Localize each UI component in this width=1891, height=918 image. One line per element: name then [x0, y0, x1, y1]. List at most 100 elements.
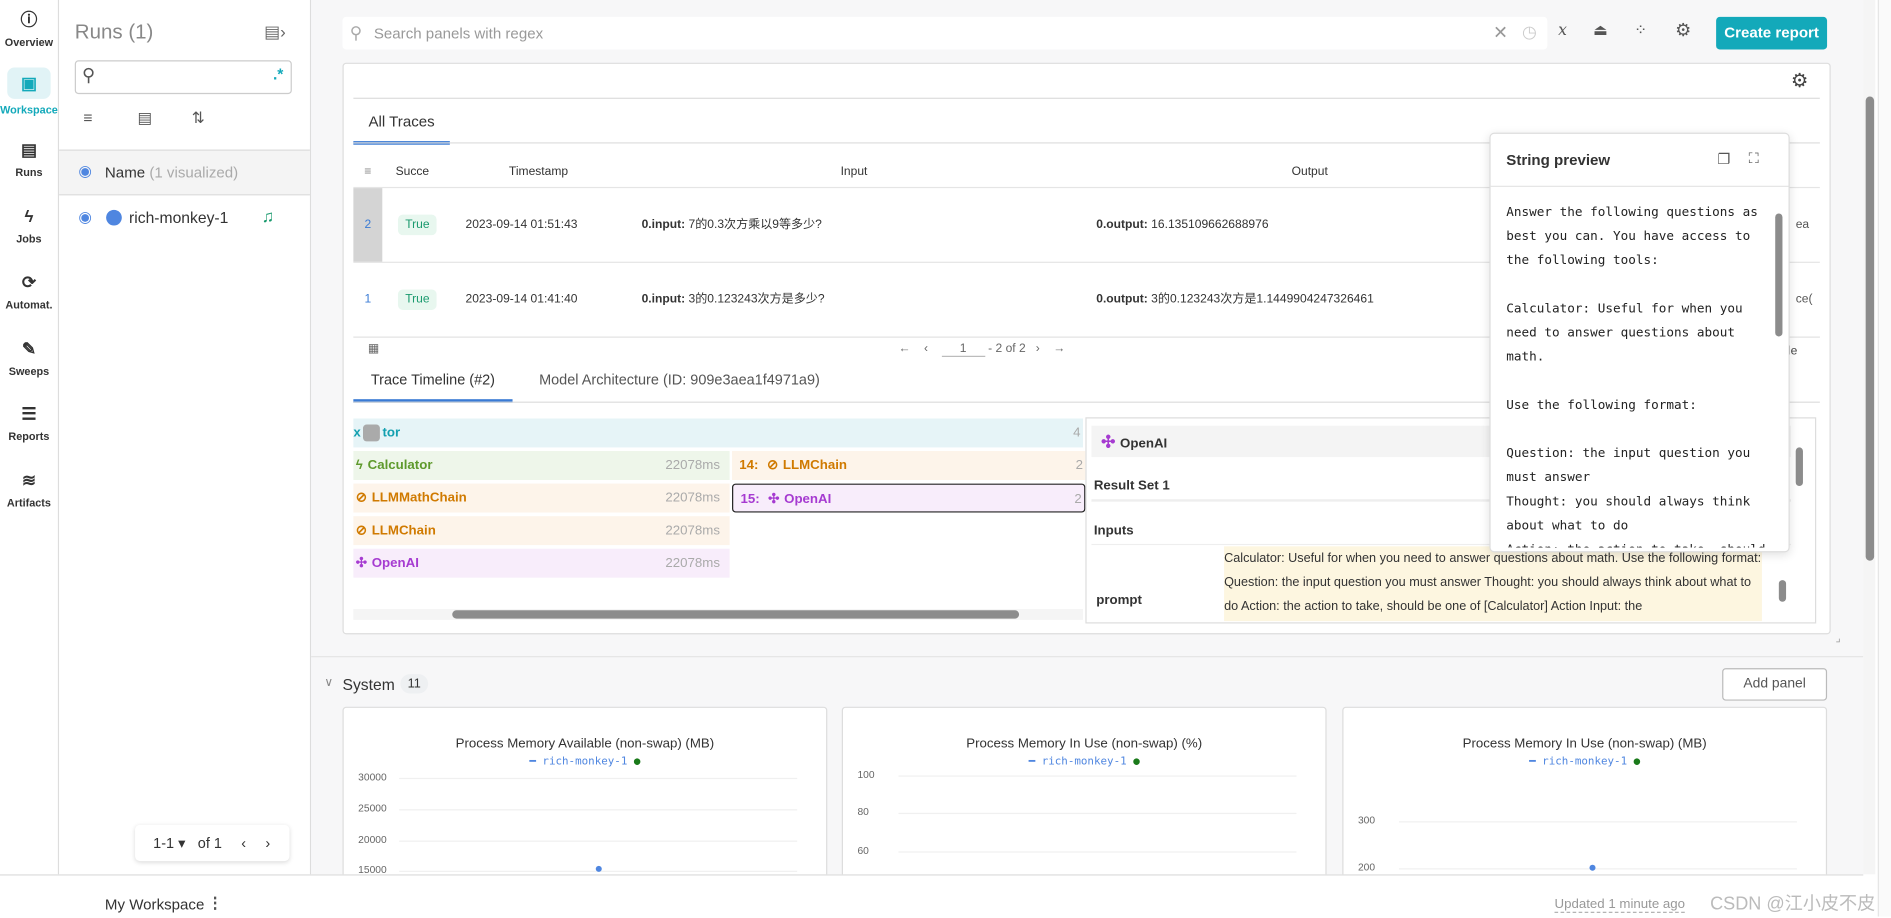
lightning-icon: ϟ [24, 206, 34, 226]
output-cell[interactable]: 0.output: 16.135109662688976 [1096, 188, 1268, 262]
regex-toggle[interactable]: .* [273, 65, 283, 83]
section-title[interactable]: System [343, 675, 395, 693]
smoothing-iron-icon[interactable]: ⏏ [1593, 21, 1608, 40]
filter-icon[interactable]: ≡ [364, 165, 371, 178]
nav-runs[interactable]: ▤ Runs [0, 137, 58, 179]
span-duration: 22078ms [665, 458, 720, 473]
chart-panel[interactable]: Process Memory Available (non-swap) (MB)… [342, 706, 828, 891]
timeline-span[interactable]: 14: ⊘ LLMChain 2 [732, 451, 1086, 480]
detail-vscrollbar[interactable] [1778, 426, 1805, 613]
input-cell[interactable]: 0.input: 7的0.3次方乘以9等多少? [642, 188, 822, 262]
chart-title: Process Memory Available (non-swap) (MB) [455, 736, 715, 752]
run-row[interactable]: ◉ rich-monkey-1 ♫ [59, 205, 310, 232]
group-icon[interactable]: ▤ [137, 109, 152, 128]
fullscreen-icon[interactable] [363, 424, 381, 442]
timeline-span[interactable]: ⊘ LLMChain 22078ms [353, 516, 730, 546]
workspace-icon: ▣ [7, 67, 51, 99]
llm-icon: ✣ [355, 555, 367, 571]
timeline-span[interactable]: ϟ Calculator 22078ms [353, 451, 730, 480]
prompt-value[interactable]: Calculator: Useful for when you need to … [1224, 546, 1762, 622]
nav-reports[interactable]: ☰ Reports [0, 402, 58, 443]
chart-panel[interactable]: Process Memory In Use (non-swap) (%) ━ ri… [841, 706, 1327, 891]
nav-jobs[interactable]: ϟ Jobs [0, 204, 58, 245]
nav-workspace[interactable]: ▣ Workspace [0, 67, 58, 116]
panel-settings-icon[interactable]: ⚙ [1791, 69, 1808, 93]
columns-icon[interactable]: ▦ [368, 343, 379, 356]
timeline-row-root[interactable]: x tor 4 [353, 418, 1083, 448]
tab-trace-timeline[interactable]: Trace Timeline (#2) [353, 371, 513, 403]
page-input[interactable]: 1 [941, 343, 985, 357]
tab-model-architecture[interactable]: Model Architecture (ID: 909e3aea1f4971a9… [539, 371, 820, 388]
scrollbar-thumb[interactable] [452, 610, 1020, 619]
runs-search-input[interactable]: ⚲ .* [74, 60, 292, 95]
data-point[interactable] [1589, 864, 1596, 871]
workspace-name[interactable]: My Workspace [105, 896, 204, 913]
string-preview-text[interactable]: Answer the following questions as best yo… [1506, 200, 1765, 548]
last-page-button[interactable]: → [1053, 343, 1065, 356]
history-icon[interactable]: ◷ [1522, 22, 1537, 43]
preview-scrollbar[interactable] [1774, 197, 1784, 544]
clear-icon[interactable]: ✕ [1493, 22, 1508, 44]
timeline-span[interactable]: ✣ OpenAI 22078ms [353, 548, 730, 578]
tab-all-traces[interactable]: All Traces [353, 109, 450, 145]
updated-status: Updated 1 minute ago [1554, 897, 1686, 913]
chart-panel[interactable]: Process Memory In Use (non-swap) (MB) ━ r… [1342, 706, 1828, 891]
span-duration: 2 [1075, 458, 1083, 473]
gridline [399, 777, 798, 780]
sort-icon[interactable]: ⇅ [192, 109, 205, 128]
outliers-icon[interactable]: ⁘ [1634, 21, 1647, 40]
result-set-label: Result Set 1 [1093, 478, 1170, 494]
main-scrollbar[interactable] [1863, 0, 1876, 875]
openai-icon: ✣ [1101, 431, 1116, 452]
run-color-dot[interactable] [106, 209, 122, 226]
settings-icon[interactable]: ⚙ [1675, 19, 1691, 42]
timeline-hscrollbar[interactable] [353, 609, 1083, 620]
legend-swatch: ━ [1529, 756, 1536, 769]
next-page-button[interactable]: › [1036, 343, 1040, 356]
fullscreen-icon[interactable]: ⛶ [1749, 150, 1759, 168]
collapse-chevron-icon[interactable]: ∨ [324, 677, 333, 690]
timeline-span[interactable]: ⊘ LLMMathChain 22078ms [353, 483, 730, 513]
timestamp: 2023-09-14 01:41:40 [465, 293, 578, 307]
column-input[interactable]: Input [841, 165, 868, 178]
row-index[interactable]: 1 [353, 263, 382, 337]
nav-overview[interactable]: ⓘ Overview [0, 7, 58, 49]
add-panel-button[interactable]: Add panel [1722, 668, 1828, 701]
page-size-select[interactable]: 1-1 ▾ [153, 825, 185, 861]
kebab-menu-icon[interactable]: ⋮ [207, 894, 223, 913]
y-tick-label: 100 [857, 768, 875, 781]
first-page-button[interactable]: ← [898, 343, 910, 356]
info-icon: ⓘ [20, 9, 38, 29]
create-report-button[interactable]: Create report [1716, 16, 1828, 50]
nav-sweeps[interactable]: ✎ Sweeps [0, 336, 58, 378]
panel-search-input[interactable]: ⚲ Search panels with regex ✕ ◷ [342, 16, 1548, 50]
legend-status-dot: ● [633, 756, 641, 769]
input-cell[interactable]: 0.input: 3的0.123243次方是多少? [642, 263, 825, 337]
run-name[interactable]: rich-monkey-1 [129, 209, 228, 227]
output-cell[interactable]: 0.output: 3的0.123243次方是1.144990424732646… [1096, 263, 1374, 337]
eye-icon[interactable]: ◉ [78, 162, 92, 181]
expand-table-icon[interactable]: ▤› [264, 22, 286, 43]
main-area: ⚲ Search panels with regex ✕ ◷ x ⏏ ⁘ ⚙ C… [311, 0, 1876, 891]
prev-page-button[interactable]: ‹ [924, 343, 928, 356]
column-success[interactable]: Succe [396, 165, 430, 178]
column-output[interactable]: Output [1292, 165, 1328, 178]
filter-icon[interactable]: ≡ [83, 109, 92, 127]
chain-icon: ⊘ [355, 523, 367, 538]
copy-icon[interactable]: ❐ [1717, 151, 1730, 168]
bell-icon[interactable]: ♫ [262, 206, 275, 225]
resize-handle[interactable]: ⌟ [1836, 632, 1841, 645]
scrollbar-thumb[interactable] [1865, 96, 1875, 561]
nav-artifacts[interactable]: ≋ Artifacts [0, 468, 58, 509]
y-tick-label: 25000 [358, 801, 387, 815]
x-axis-icon[interactable]: x [1558, 22, 1567, 40]
row-index[interactable]: 2 [353, 188, 383, 262]
eye-icon[interactable]: ◉ [78, 207, 92, 226]
next-page-button[interactable]: › [265, 825, 270, 861]
data-point[interactable] [595, 865, 602, 872]
preview-line: about what to do [1506, 518, 1629, 534]
timeline-span[interactable]: 15: ✣ OpenAI 2 [732, 483, 1086, 513]
prev-page-button[interactable]: ‹ [241, 825, 246, 861]
column-timestamp[interactable]: Timestamp [509, 165, 568, 178]
nav-automations[interactable]: ⟳ Automat. [0, 270, 58, 312]
